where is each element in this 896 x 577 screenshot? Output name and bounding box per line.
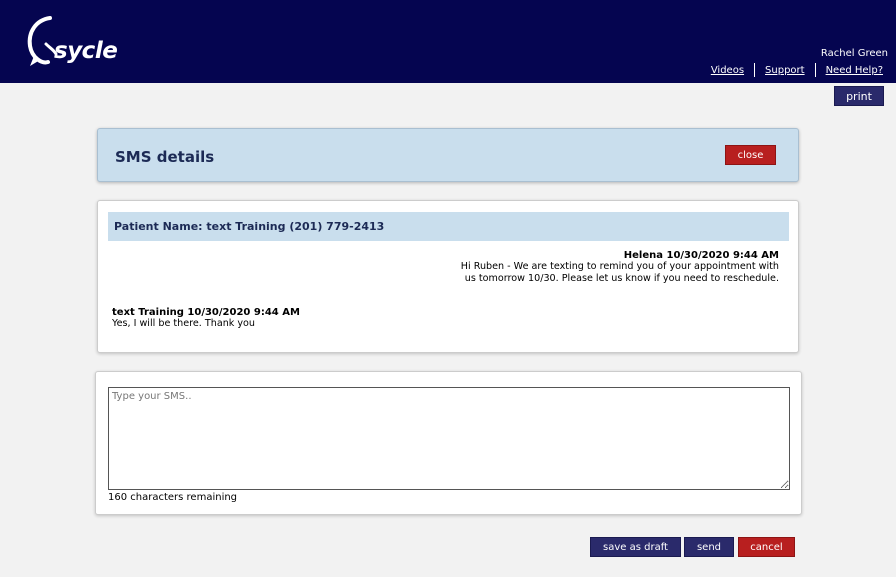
sycle-logo[interactable]: sycle <box>26 14 118 70</box>
outgoing-message: Helena 10/30/2020 9:44 AM Hi Ruben - We … <box>459 250 779 285</box>
incoming-message-meta: text Training 10/30/2020 9:44 AM <box>112 307 300 318</box>
top-bar: sycle Rachel Green Videos Support Need H… <box>0 0 896 83</box>
outgoing-message-body: Hi Ruben - We are texting to remind you … <box>460 261 779 284</box>
compose-panel: 160 characters remaining <box>95 371 802 515</box>
link-divider <box>754 63 756 77</box>
user-name: Rachel Green <box>820 48 888 59</box>
close-button[interactable]: close <box>725 145 776 165</box>
cancel-button[interactable]: cancel <box>738 537 795 557</box>
print-button[interactable]: print <box>834 86 884 106</box>
logo-text: sycle <box>54 38 118 64</box>
link-divider <box>814 63 816 77</box>
patient-label: Patient Name: text Training (201) 779-24… <box>114 220 385 233</box>
incoming-message-body: Yes, I will be there. Thank you <box>112 318 256 329</box>
need-help-link[interactable]: Need Help? <box>826 65 883 76</box>
incoming-message: text Training 10/30/2020 9:44 AM Yes, I … <box>112 307 512 330</box>
outgoing-message-meta: Helena 10/30/2020 9:44 AM <box>623 250 779 261</box>
sms-details-header: SMS details close <box>97 128 799 182</box>
save-as-draft-button[interactable]: save as draft <box>590 537 681 557</box>
patient-bar: Patient Name: text Training (201) 779-24… <box>108 212 789 241</box>
support-link[interactable]: Support <box>765 65 805 76</box>
characters-remaining: 160 characters remaining <box>108 492 238 503</box>
conversation-panel: Patient Name: text Training (201) 779-24… <box>97 200 799 353</box>
page-title: SMS details <box>115 148 215 166</box>
top-links: Videos Support Need Help? <box>711 63 883 77</box>
sms-input[interactable] <box>108 387 790 490</box>
send-button[interactable]: send <box>684 537 734 557</box>
videos-link[interactable]: Videos <box>711 65 744 76</box>
